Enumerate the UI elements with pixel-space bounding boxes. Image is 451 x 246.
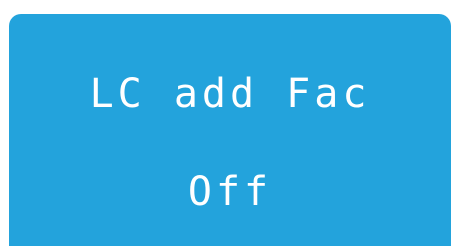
- parameter-value: Off: [187, 169, 273, 215]
- lcd-display-panel: LC add Fac Off: [9, 14, 451, 246]
- parameter-label: LC add Fac: [89, 71, 371, 117]
